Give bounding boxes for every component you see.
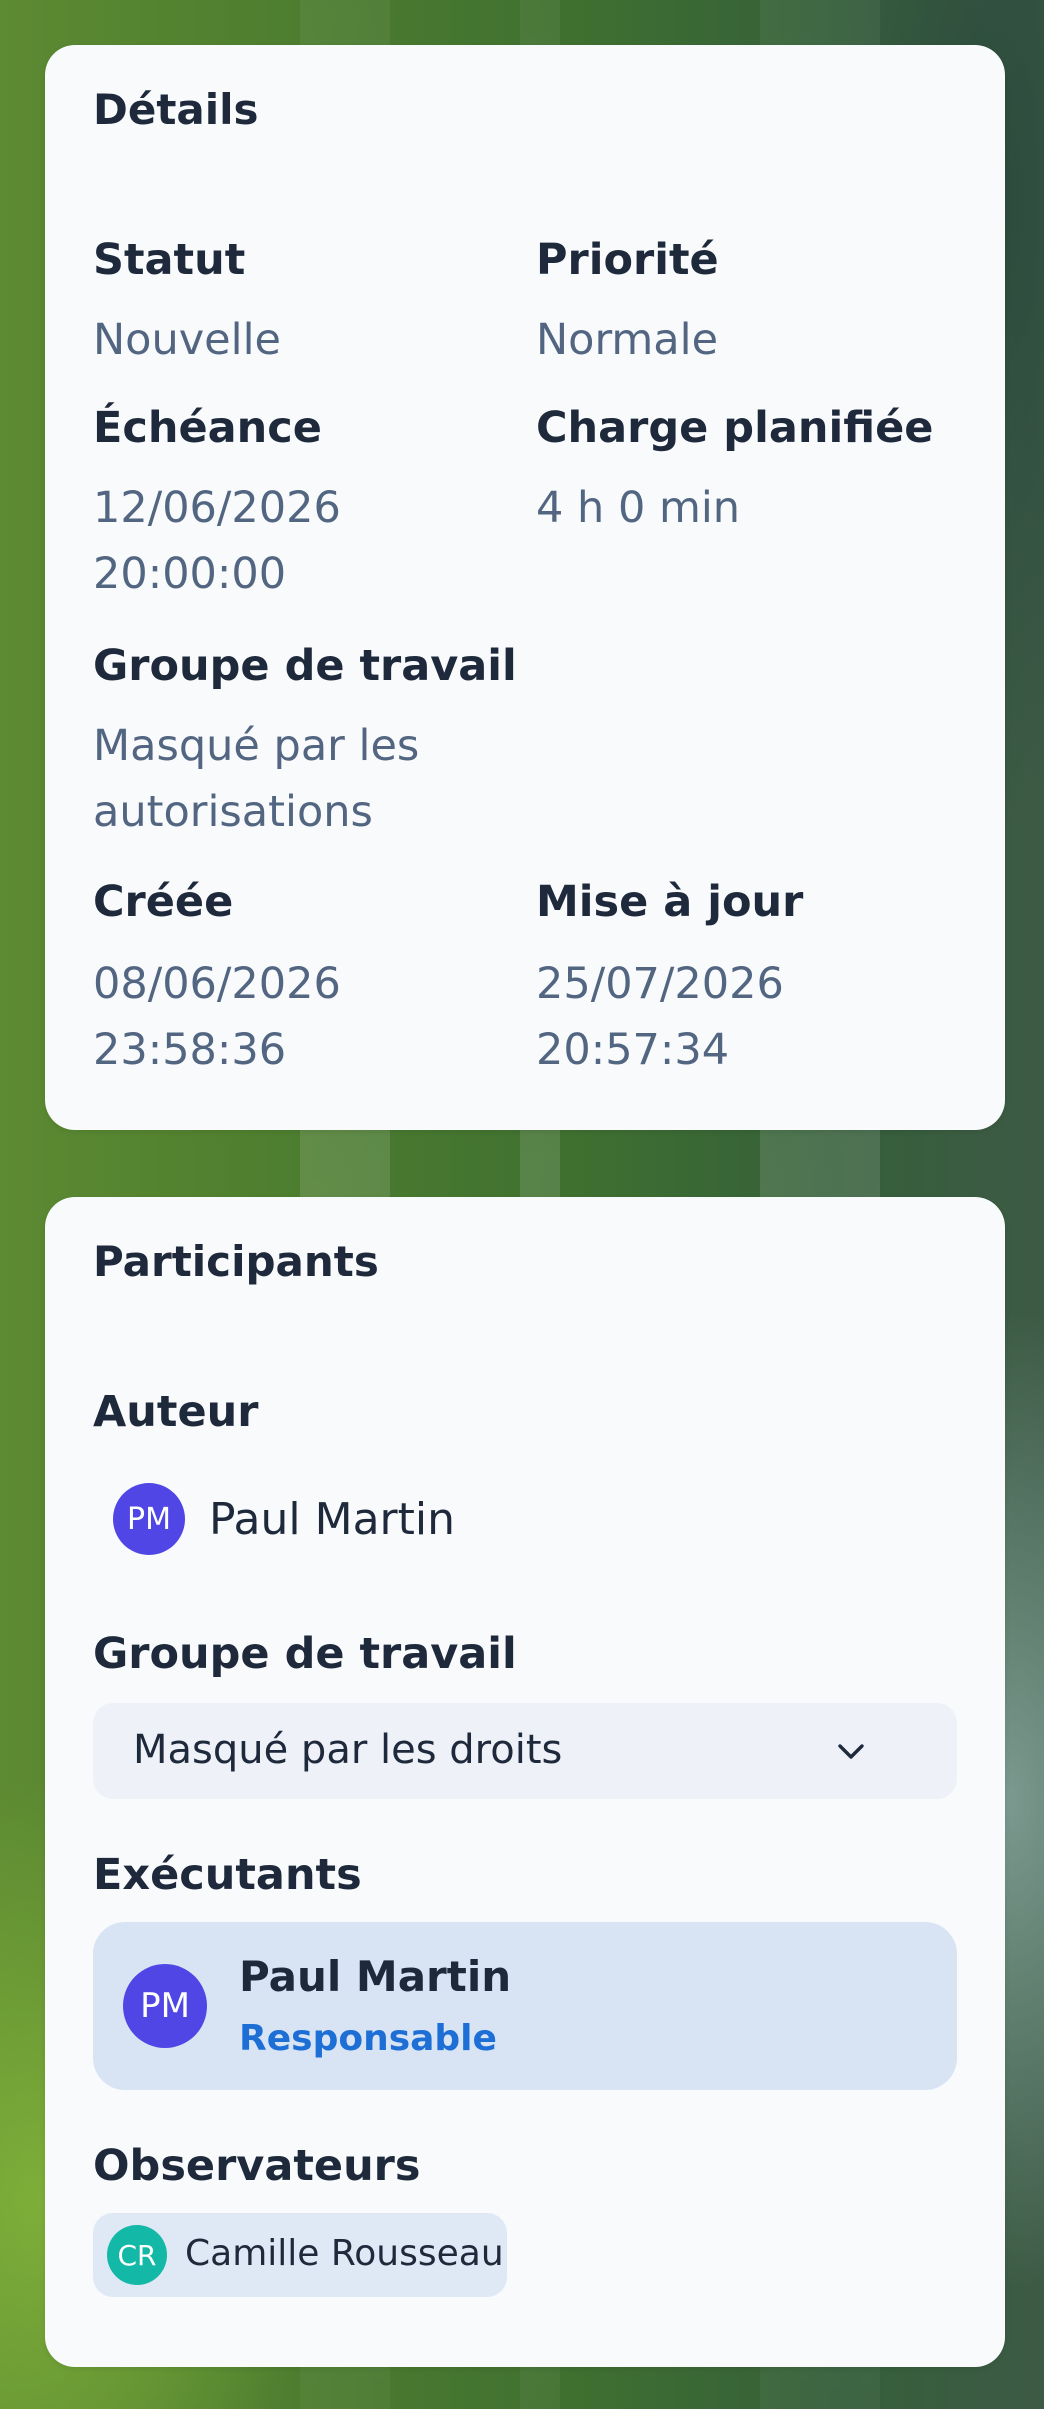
author-label: Auteur [93, 1387, 259, 1437]
created-value: 08/06/2026 23:58:36 [93, 959, 341, 1075]
executor-name: Paul Martin [239, 1952, 512, 2001]
author-name: Paul Martin [209, 1493, 455, 1545]
avatar: PM [123, 1964, 207, 2048]
participants-workgroup-label: Groupe de travail [93, 1629, 517, 1679]
details-card: Détails Statut Nouvelle Priorité Normale… [45, 45, 1005, 1130]
author-item: PM Paul Martin [113, 1482, 455, 1556]
details-card-title: Détails [93, 85, 259, 134]
observers-label: Observateurs [93, 2141, 421, 2191]
workgroup-select[interactable]: Masqué par les droits [93, 1703, 957, 1799]
updated-value: 25/07/2026 20:57:34 [536, 959, 784, 1075]
avatar: PM [113, 1483, 185, 1555]
observer-chip[interactable]: CR Camille Rousseau [93, 2213, 507, 2297]
executors-label: Exécutants [93, 1850, 362, 1900]
due-date-label: Échéance [93, 403, 322, 453]
observer-name: Camille Rousseau [185, 2233, 504, 2274]
executor-card[interactable]: PM Paul Martin Responsable [93, 1922, 957, 2090]
planned-effort-label: Charge planifiée [536, 403, 934, 453]
updated-label: Mise à jour [536, 877, 804, 927]
planned-effort-value: 4 h 0 min [536, 483, 741, 533]
priority-value: Normale [536, 315, 719, 365]
created-label: Créée [93, 877, 234, 927]
status-value: Nouvelle [93, 315, 281, 365]
chevron-down-icon [835, 1735, 867, 1767]
executor-role: Responsable [239, 2018, 497, 2059]
priority-label: Priorité [536, 235, 719, 285]
workgroup-value: Masqué par les autorisations [93, 721, 420, 837]
workgroup-label: Groupe de travail [93, 641, 517, 691]
participants-card-title: Participants [93, 1237, 379, 1286]
workgroup-select-value: Masqué par les droits [133, 1727, 563, 1773]
avatar: CR [107, 2225, 167, 2285]
participants-card: Participants Auteur PM Paul Martin Group… [45, 1197, 1005, 2367]
due-date-value: 12/06/2026 20:00:00 [93, 483, 341, 599]
status-label: Statut [93, 235, 246, 285]
